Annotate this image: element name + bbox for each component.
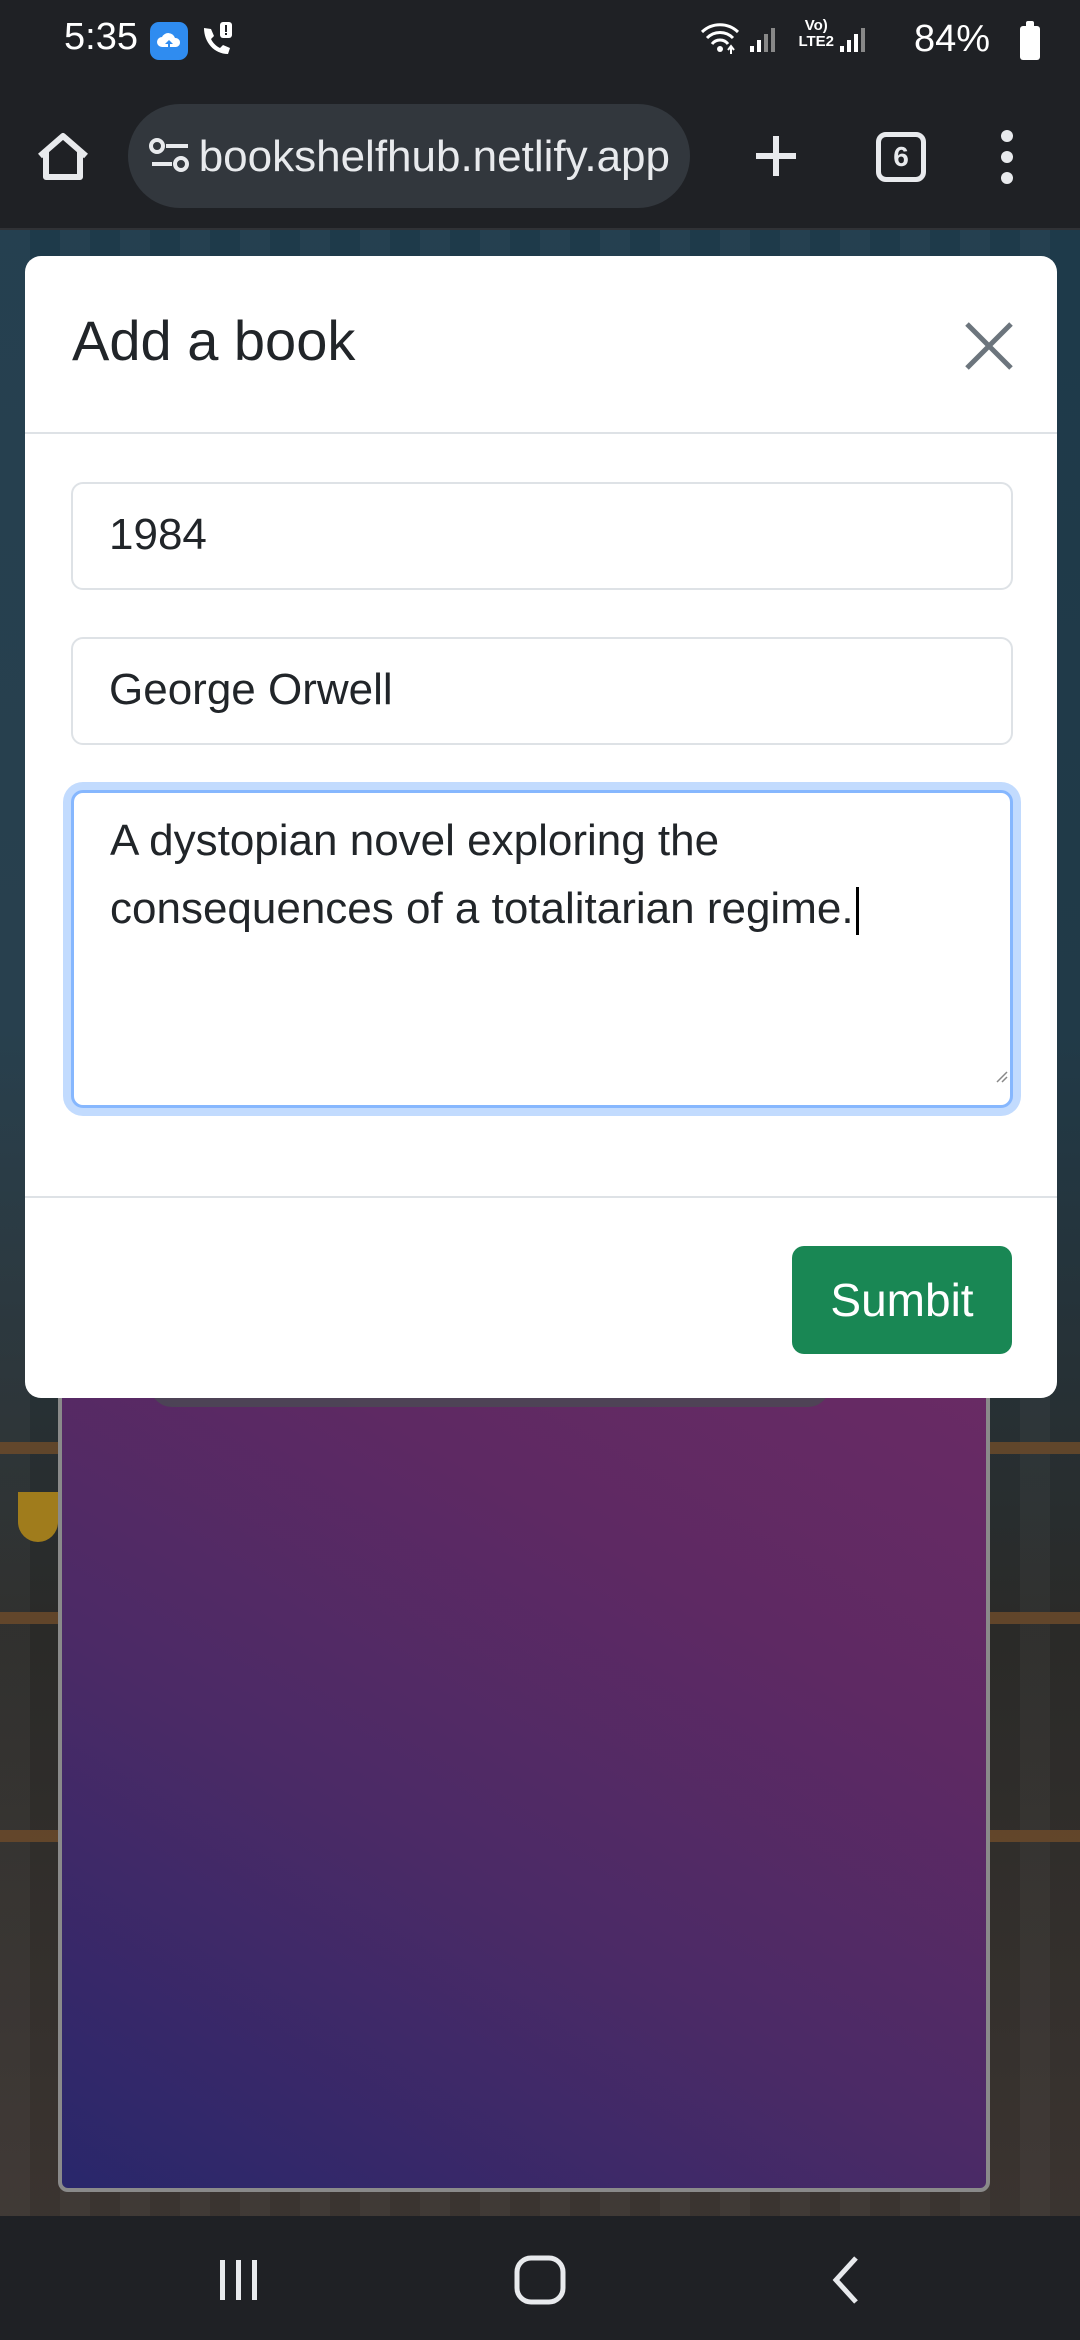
volte-indicator: Vo) LTE2 <box>798 18 834 50</box>
signal-icon-2 <box>838 24 868 59</box>
modal-title: Add a book <box>72 309 356 372</box>
battery-icon <box>1020 21 1040 60</box>
book-description-textarea[interactable]: A dystopian novel exploring the conseque… <box>71 790 1013 1108</box>
resize-handle-icon[interactable] <box>994 1035 1008 1103</box>
volte-label: Vo) <box>804 17 828 34</box>
recents-icon[interactable] <box>214 2256 264 2309</box>
battery-percent: 84% <box>913 18 990 60</box>
status-time: 5:35 <box>64 16 138 58</box>
browser-toolbar: bookshelfhub.netlify.app 6 <box>0 82 1080 230</box>
description-text: A dystopian novel exploring the conseque… <box>110 816 854 933</box>
hero-card <box>58 1340 990 2192</box>
close-icon[interactable] <box>961 318 1017 374</box>
url-text[interactable]: bookshelfhub.netlify.app <box>200 132 670 182</box>
status-bar: 5:35 Vo) LTE2 84% <box>0 0 1080 82</box>
cloud-upload-icon <box>150 22 188 60</box>
trophy-decoration <box>18 1492 58 1542</box>
call-alert-icon <box>200 20 234 65</box>
address-bar[interactable]: bookshelfhub.netlify.app <box>128 104 690 208</box>
book-title-input[interactable]: 1984 <box>71 482 1013 590</box>
tabs-icon[interactable]: 6 <box>876 132 926 182</box>
back-icon[interactable] <box>826 2254 866 2311</box>
site-settings-icon[interactable] <box>148 134 192 183</box>
wifi-icon <box>700 22 740 61</box>
lte-label: LTE2 <box>798 33 834 50</box>
signal-icon <box>748 24 778 59</box>
submit-button[interactable]: Sumbit <box>792 1246 1012 1354</box>
more-vert-icon[interactable] <box>992 122 1022 192</box>
add-book-modal: Add a book 1984 George Orwell A dystopia… <box>25 256 1057 1398</box>
modal-footer: Sumbit <box>25 1196 1057 1398</box>
plus-icon[interactable] <box>746 126 806 186</box>
modal-header: Add a book <box>25 256 1057 434</box>
system-nav-bar <box>0 2216 1080 2340</box>
home-icon[interactable] <box>30 124 96 190</box>
book-author-input[interactable]: George Orwell <box>71 637 1013 745</box>
nav-home-icon[interactable] <box>512 2254 568 2311</box>
text-caret <box>855 887 859 936</box>
